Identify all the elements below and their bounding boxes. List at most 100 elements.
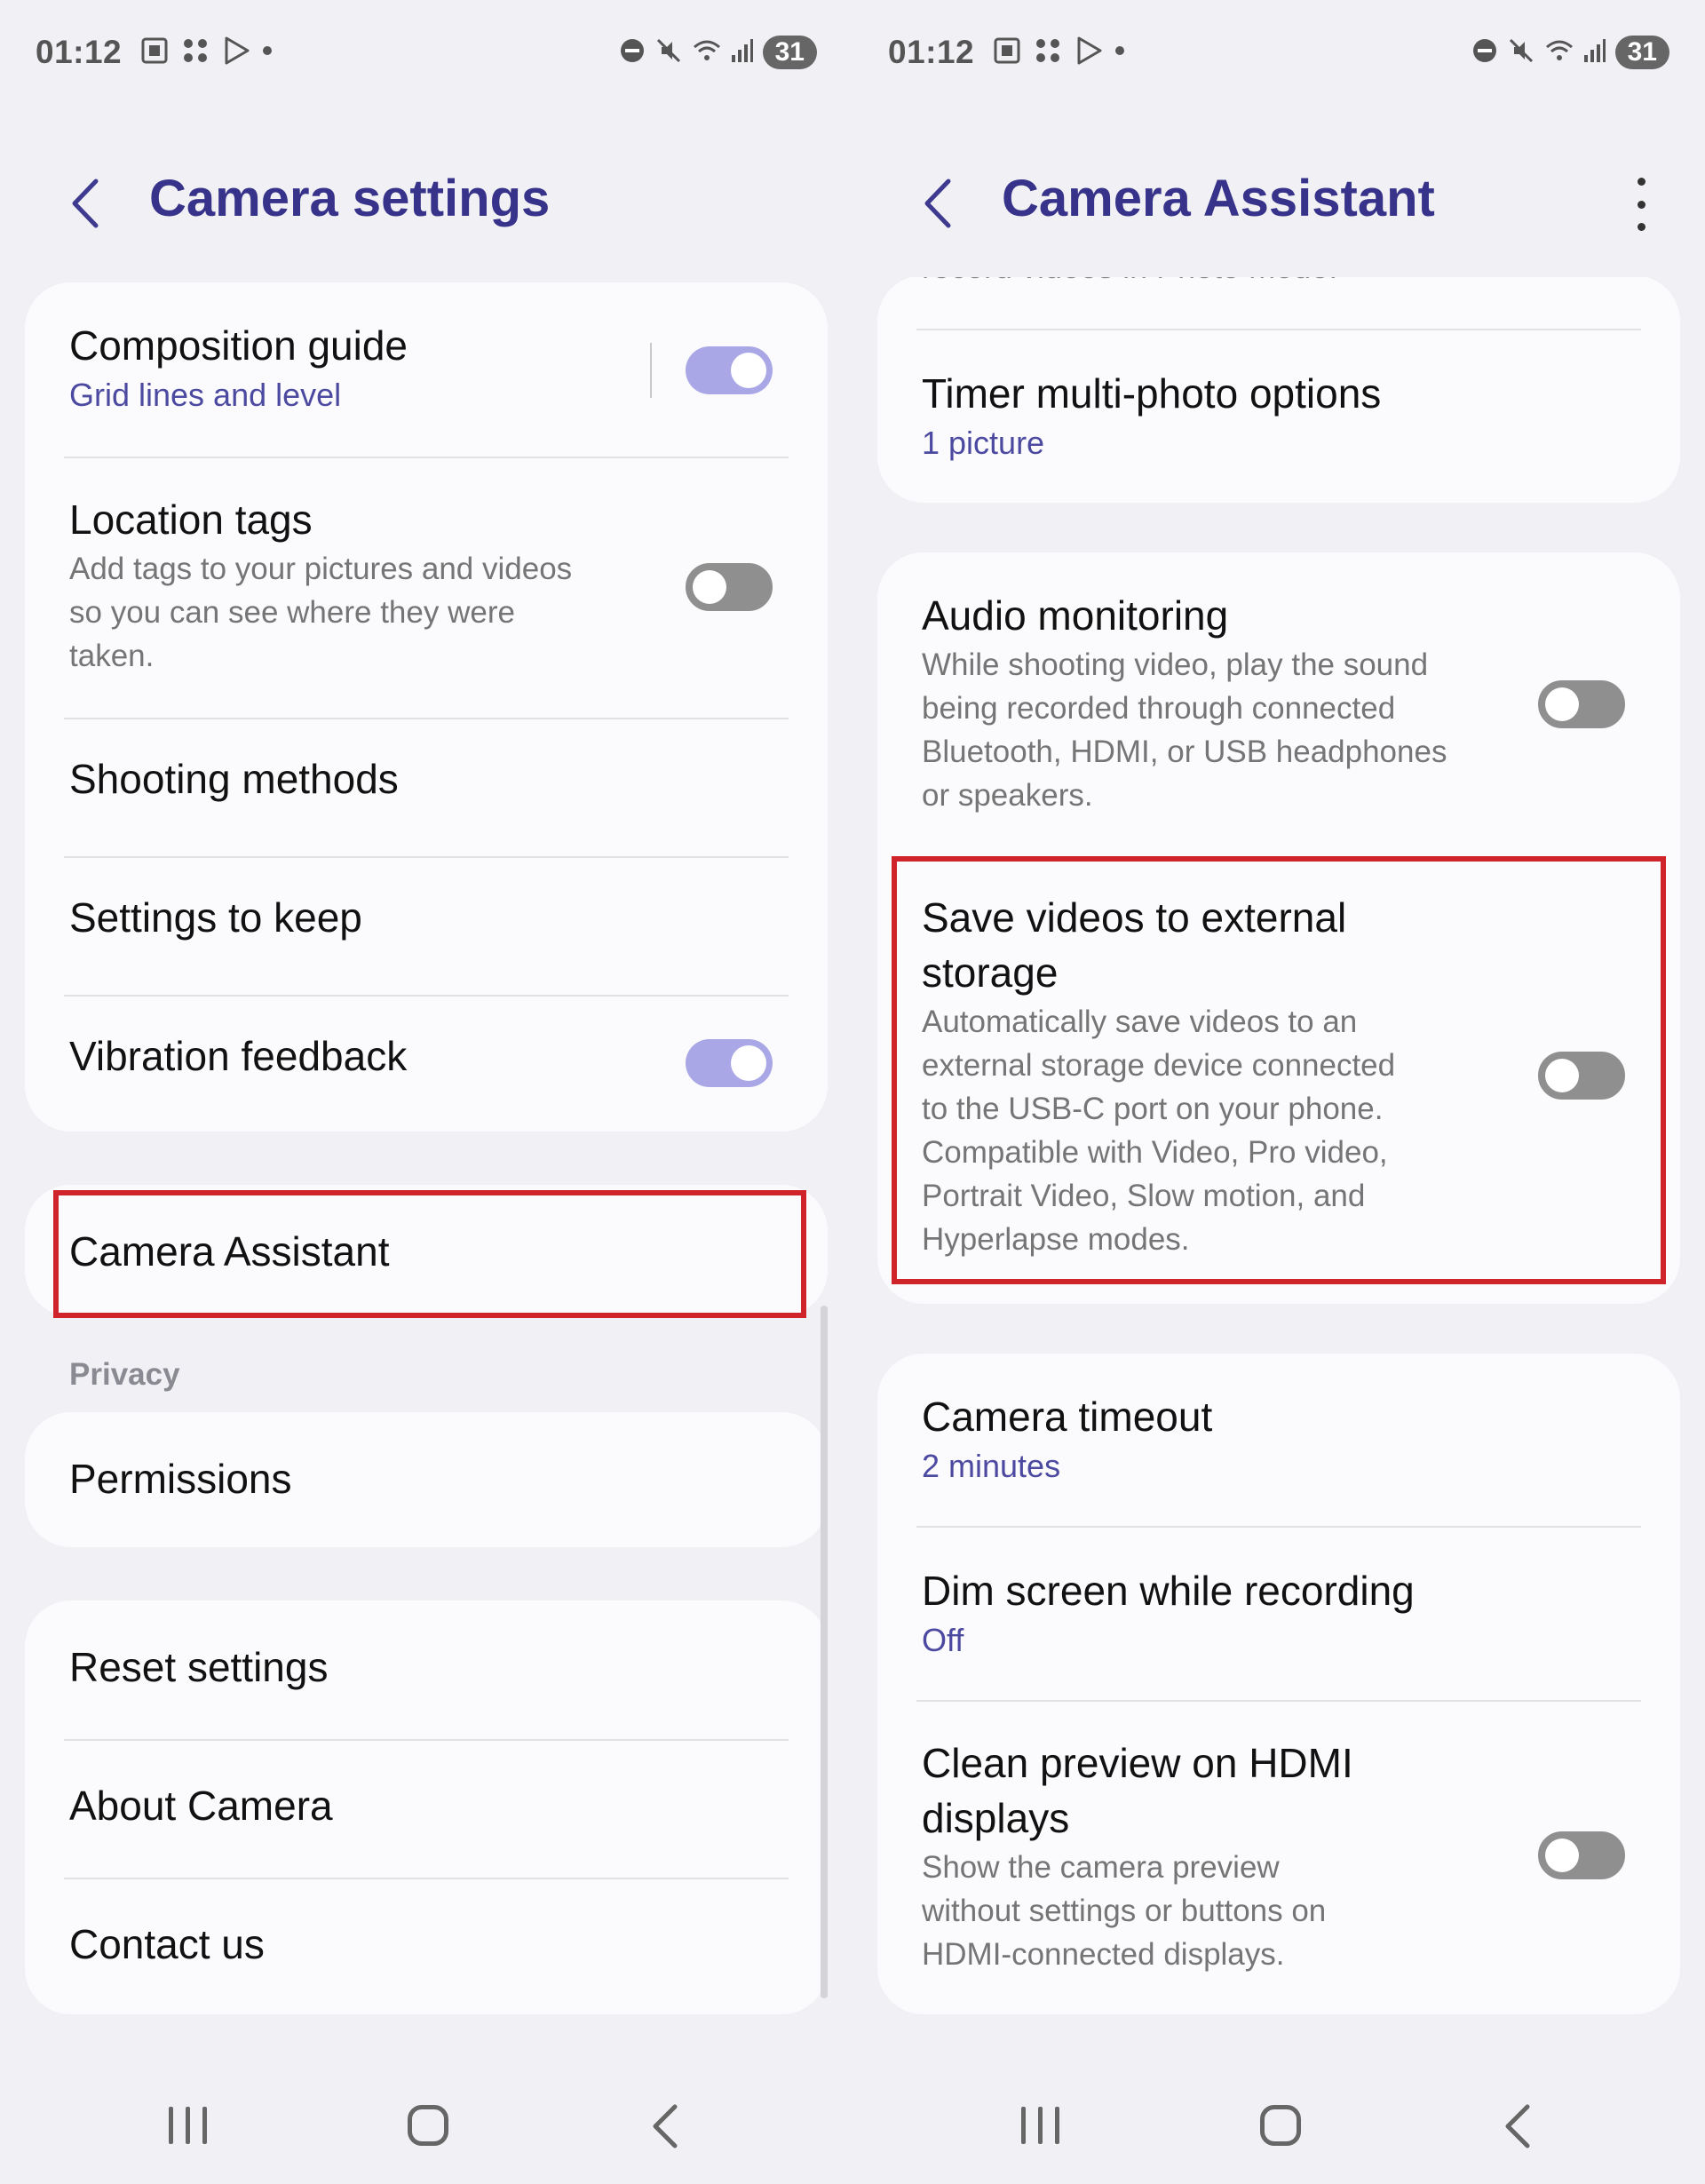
back-button[interactable] [913,172,966,234]
audio-desc-3: Bluetooth, HDMI, or USB headphones [922,735,1447,769]
status-bar: 01:12 31 [36,30,817,75]
recents-button[interactable] [169,2107,207,2144]
header-mask [852,258,1705,277]
camera-timeout-title: Camera timeout [922,1394,1213,1440]
clean-preview-desc-3: HDMI-connected displays. [922,1937,1285,1972]
scrollbar[interactable] [821,1306,828,1998]
dim-screen-title: Dim screen while recording [922,1568,1415,1614]
timer-multi-photo-row[interactable]: Timer multi-photo options 1 picture [922,366,1636,473]
audio-monitoring-row[interactable]: Audio monitoring While shooting video, p… [922,588,1636,828]
permissions-row[interactable]: Permissions [69,1451,783,1513]
back-arrow-icon [924,179,951,228]
shooting-methods-title: Shooting methods [69,756,399,802]
audio-monitoring-toggle[interactable] [1538,680,1625,728]
contact-us-title: Contact us [69,1921,265,1967]
vibration-feedback-toggle[interactable] [686,1039,773,1087]
play-store-icon [1074,36,1104,70]
camera-timeout-row[interactable]: Camera timeout 2 minutes [922,1389,1636,1496]
audio-desc-1: While shooting video, play the sound [922,647,1429,682]
divider [64,995,789,997]
location-tags-toggle[interactable] [686,563,773,611]
composition-guide-row[interactable]: Composition guide Grid lines and level [69,318,783,451]
timer-title: Timer multi-photo options [922,370,1382,417]
signal-icon [1583,37,1606,68]
clean-preview-desc-2: without settings or buttons on [922,1894,1327,1928]
dnd-icon [1471,37,1498,68]
privacy-section-label: Privacy [69,1357,180,1392]
privacy-card: Permissions [25,1412,828,1547]
settings-to-keep-row[interactable]: Settings to keep [69,890,783,979]
clean-preview-title-2: displays [922,1795,1070,1841]
navigation-bar [0,2087,852,2167]
row-separator [650,343,652,398]
clean-preview-toggle[interactable] [1538,1831,1625,1879]
display-card: Camera timeout 2 minutes Dim screen whil… [877,1354,1680,2014]
shooting-methods-row[interactable]: Shooting methods [69,751,783,840]
home-button[interactable] [1260,2105,1301,2146]
signal-icon [731,37,754,68]
reset-settings-row[interactable]: Reset settings [69,1640,783,1702]
settings-card-general: Composition guide Grid lines and level L… [25,282,828,1132]
camera-timeout-subtitle: 2 minutes [922,1448,1061,1484]
page-title: Camera Assistant [1002,170,1435,227]
location-tags-desc-2: so you can see where they were [69,595,515,630]
contact-us-row[interactable]: Contact us [69,1917,783,1979]
divider [64,1878,789,1879]
composition-guide-subtitle: Grid lines and level [69,377,342,413]
composition-guide-toggle[interactable] [686,346,773,394]
clean-preview-row[interactable]: Clean preview on HDMI displays Show the … [922,1735,1636,1984]
back-button[interactable] [60,172,114,234]
audio-desc-2: being recorded through connected [922,691,1396,726]
clean-preview-title-1: Clean preview on HDMI [922,1740,1353,1786]
clean-preview-desc-1: Show the camera preview [922,1850,1280,1885]
permissions-title: Permissions [69,1456,292,1502]
status-bar: 01:12 31 [888,30,1669,75]
highlight-box [53,1190,806,1318]
header: Camera Assistant [852,160,1705,249]
vibration-feedback-title: Vibration feedback [69,1033,408,1079]
mute-icon [1507,36,1535,69]
composition-guide-title: Composition guide [69,322,408,369]
dnd-icon [619,37,646,68]
audio-desc-4: or speakers. [922,778,1093,813]
dim-screen-subtitle: Off [922,1622,964,1658]
more-options-button[interactable] [1623,178,1659,231]
header: Camera settings [0,160,852,249]
audio-monitoring-title: Audio monitoring [922,592,1229,639]
status-time: 01:12 [36,34,123,70]
apps-icon [1033,36,1063,70]
nav-back-icon [653,2104,678,2148]
navigation-bar [852,2087,1705,2167]
recents-button[interactable] [1021,2107,1059,2144]
divider [916,1700,1641,1702]
right-screen: 01:12 31 Camera Assistant record videos … [852,0,1705,2184]
play-store-icon [221,36,251,70]
battery-indicator: 31 [762,36,817,69]
screenshot-icon [992,36,1022,70]
divider [64,856,789,858]
page-title: Camera settings [149,170,551,227]
notification-dot-icon [262,44,273,60]
nav-back-button[interactable] [1501,2101,1536,2151]
nav-back-button[interactable] [648,2101,684,2151]
location-tags-row[interactable]: Location tags Add tags to your pictures … [69,492,783,714]
mute-icon [654,36,683,69]
location-tags-desc-3: taken. [69,639,155,673]
wifi-icon [692,36,722,69]
location-tags-title: Location tags [69,496,313,543]
about-camera-row[interactable]: About Camera [69,1778,783,1840]
divider [916,1526,1641,1528]
divider [64,457,789,458]
apps-icon [180,36,210,70]
timer-card: record videos in Photo mode. Timer multi… [877,275,1680,503]
battery-indicator: 31 [1614,36,1669,69]
home-button[interactable] [408,2105,448,2146]
highlight-box [892,856,1666,1284]
divider [64,718,789,719]
vibration-feedback-row[interactable]: Vibration feedback [69,1028,783,1117]
about-camera-title: About Camera [69,1783,333,1829]
dim-screen-row[interactable]: Dim screen while recording Off [922,1563,1636,1670]
left-screen: 01:12 31 Camera settings Composition gui… [0,0,852,2184]
wifi-icon [1544,36,1574,69]
back-arrow-icon [72,179,99,228]
